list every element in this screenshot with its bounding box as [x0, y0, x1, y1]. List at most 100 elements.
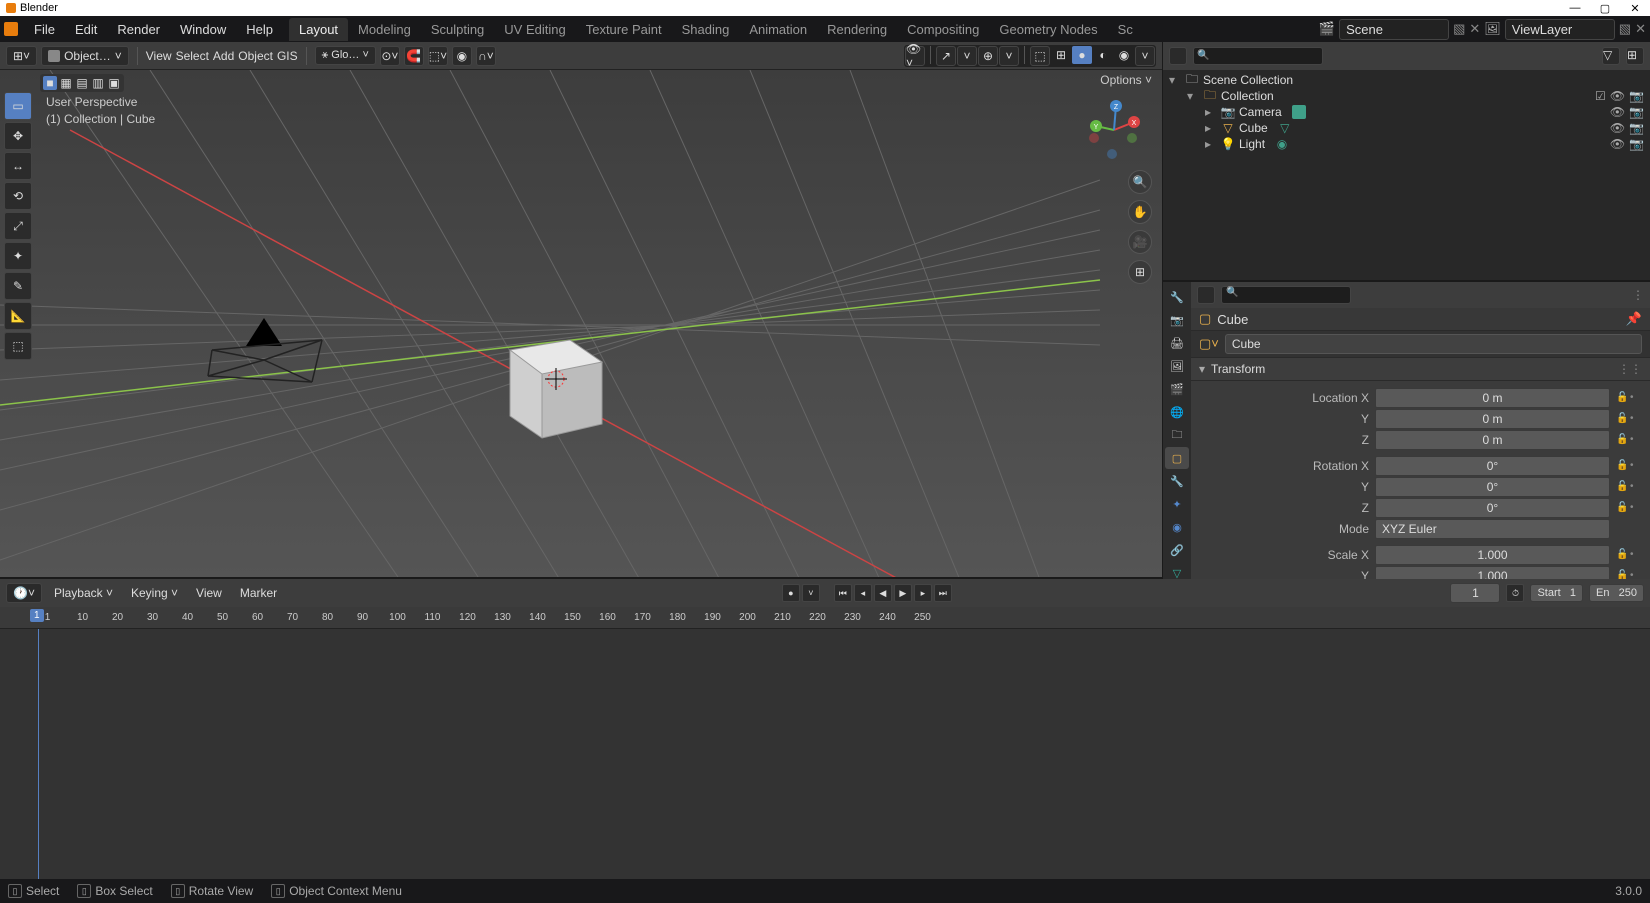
outliner-collection[interactable]: ▾🗀 Collection ☑👁📷 [1169, 88, 1644, 104]
properties-tab-object[interactable]: ▢ [1165, 447, 1189, 469]
jump-next-keyframe[interactable]: ▸ [914, 584, 932, 602]
workspace-tab-modeling[interactable]: Modeling [348, 18, 421, 41]
window-maximize-button[interactable]: ▢ [1590, 0, 1620, 16]
viewport-menu-add[interactable]: Add [213, 49, 234, 63]
light-disable-toggle[interactable]: 📷 [1629, 137, 1644, 151]
object-visibility-dropdown[interactable]: 👁˅ [905, 46, 925, 66]
breadcrumb-object-name[interactable]: Cube [1217, 312, 1248, 327]
viewport-menu-gis[interactable]: GIS [277, 49, 298, 63]
properties-editor-type[interactable] [1197, 286, 1215, 304]
workspace-tab-sculpting[interactable]: Sculpting [421, 18, 494, 41]
pin-icon[interactable]: 📌 [1626, 311, 1642, 327]
properties-tab-modifiers[interactable]: 🔧 [1165, 470, 1189, 492]
outliner-item-cube[interactable]: ▸▽ Cube ▽ 👁📷 [1169, 120, 1644, 136]
perspective-toggle-icon[interactable]: ⊞ [1128, 260, 1152, 284]
cube-disable-toggle[interactable]: 📷 [1629, 121, 1644, 135]
workspace-tab-animation[interactable]: Animation [739, 18, 817, 41]
outliner-filter-dropdown[interactable]: ▽ [1602, 47, 1620, 65]
rotation-mode-dropdown[interactable]: XYZ Euler [1375, 519, 1610, 539]
viewport-menu-object[interactable]: Object [238, 49, 273, 63]
frame-start-field[interactable]: Start 1 [1530, 584, 1583, 602]
viewlayer-name-field[interactable]: ViewLayer [1505, 19, 1615, 40]
blender-icon[interactable] [4, 22, 18, 36]
properties-tab-constraints[interactable]: 🔗 [1165, 539, 1189, 561]
window-minimize-button[interactable]: — [1560, 0, 1590, 16]
camera-disable-toggle[interactable]: 📷 [1629, 105, 1644, 119]
select-mode-intersect[interactable]: ▣ [107, 76, 121, 90]
play-reverse[interactable]: ◀ [874, 584, 892, 602]
jump-to-end[interactable]: ⏭ [934, 584, 952, 602]
workspace-tab-geometrynodes[interactable]: Geometry Nodes [989, 18, 1107, 41]
tool-move[interactable]: ↔ [4, 152, 32, 180]
timeline-menu-keying[interactable]: Keying ˅ [125, 584, 184, 602]
collection-hide-toggle[interactable]: 👁 [1610, 89, 1625, 103]
overlay-toggle[interactable]: ⊕ [978, 46, 998, 66]
collection-disable-toggle[interactable]: 📷 [1629, 89, 1644, 103]
light-hide-toggle[interactable]: 👁 [1610, 137, 1625, 151]
properties-search[interactable] [1221, 286, 1351, 304]
workspace-tab-scripting[interactable]: Sc [1108, 18, 1143, 41]
shading-solid[interactable]: ● [1072, 46, 1092, 64]
scale-x-field[interactable]: 1.000 [1375, 545, 1610, 565]
location-y-field[interactable]: 0 m [1375, 409, 1610, 429]
scene-name-field[interactable]: Scene [1339, 19, 1449, 40]
select-mode-set[interactable]: ■ [43, 76, 57, 90]
properties-tab-output[interactable]: 🖨 [1165, 332, 1189, 354]
proportional-edit-toggle[interactable]: ◉ [452, 46, 472, 66]
viewlayer-browse-icon[interactable]: 🖼 [1484, 21, 1501, 37]
properties-options-icon[interactable]: ⋮ [1632, 288, 1644, 302]
scale-x-lock[interactable]: 🔓 [1616, 549, 1628, 561]
autokey-dropdown[interactable]: ˅ [802, 584, 820, 602]
timeline-menu-marker[interactable]: Marker [234, 584, 283, 602]
workspace-tab-rendering[interactable]: Rendering [817, 18, 897, 41]
location-x-lock[interactable]: 🔓 [1616, 392, 1628, 404]
workspace-tab-uvediting[interactable]: UV Editing [494, 18, 575, 41]
menu-window[interactable]: Window [170, 18, 236, 41]
snap-toggle[interactable]: 🧲 [404, 46, 424, 66]
camera-object[interactable] [204, 310, 334, 400]
properties-tab-collection[interactable]: 🗀 [1165, 424, 1189, 446]
workspace-tab-shading[interactable]: Shading [672, 18, 740, 41]
collection-exclude-toggle[interactable]: ☑ [1595, 89, 1606, 103]
rotation-x-field[interactable]: 0° [1375, 456, 1610, 476]
location-z-lock[interactable]: 🔓 [1616, 434, 1628, 446]
viewport-menu-select[interactable]: Select [176, 49, 209, 63]
current-frame-field[interactable]: 1 [1450, 583, 1500, 603]
outliner-new-collection[interactable]: ⊞ [1626, 47, 1644, 65]
rotation-y-lock[interactable]: 🔓 [1616, 481, 1628, 493]
shading-dropdown[interactable]: ˅ [1135, 46, 1155, 66]
tool-scale[interactable]: ⤢ [4, 212, 32, 240]
panel-transform-header[interactable]: ▾Transform ⋮⋮ [1191, 358, 1650, 381]
playhead-frame-label[interactable]: 1 [30, 609, 44, 622]
workspace-tab-layout[interactable]: Layout [289, 18, 348, 41]
outliner-search[interactable] [1193, 47, 1323, 65]
rotation-x-lock[interactable]: 🔓 [1616, 460, 1628, 472]
play[interactable]: ▶ [894, 584, 912, 602]
menu-file[interactable]: File [24, 18, 65, 41]
proportional-falloff-dropdown[interactable]: ∩˅ [476, 46, 496, 66]
tool-add-cube[interactable]: ⬚ [4, 332, 32, 360]
editor-type-dropdown[interactable]: ⊞˅ [6, 46, 37, 66]
timeline-ruler[interactable]: 1 11020304050607080901001101201301401501… [0, 607, 1650, 629]
outliner-editor-type[interactable] [1169, 47, 1187, 65]
outliner-item-light[interactable]: ▸💡 Light ◉ 👁📷 [1169, 136, 1644, 152]
select-mode-extend[interactable]: ▦ [59, 76, 73, 90]
pan-icon[interactable]: ✋ [1128, 200, 1152, 224]
tool-annotate[interactable]: ✎ [4, 272, 32, 300]
rotation-z-lock[interactable]: 🔓 [1616, 502, 1628, 514]
overlay-dropdown[interactable]: ˅ [999, 46, 1019, 66]
navigation-gizmo[interactable]: X Y Z [1082, 98, 1146, 162]
properties-tab-world[interactable]: 🌐 [1165, 401, 1189, 423]
jump-prev-keyframe[interactable]: ◂ [854, 584, 872, 602]
menu-render[interactable]: Render [107, 18, 170, 41]
scene-new-icon[interactable]: ▧ [1453, 21, 1465, 37]
tool-cursor[interactable]: ✥ [4, 122, 32, 150]
tool-transform[interactable]: ✦ [4, 242, 32, 270]
timeline-menu-playback[interactable]: Playback ˅ [48, 584, 119, 602]
camera-hide-toggle[interactable]: 👁 [1610, 105, 1625, 119]
transform-orientation-dropdown[interactable]: ⚹ Glo… ˅ [315, 46, 376, 65]
gizmo-toggle[interactable]: ↗ [936, 46, 956, 66]
3d-viewport[interactable]: ■ ▦ ▤ ▥ ▣ User Perspective (1) Collectio… [0, 70, 1162, 577]
shading-wireframe[interactable]: ⊞ [1051, 46, 1071, 64]
object-name-field[interactable]: Cube [1225, 334, 1642, 354]
